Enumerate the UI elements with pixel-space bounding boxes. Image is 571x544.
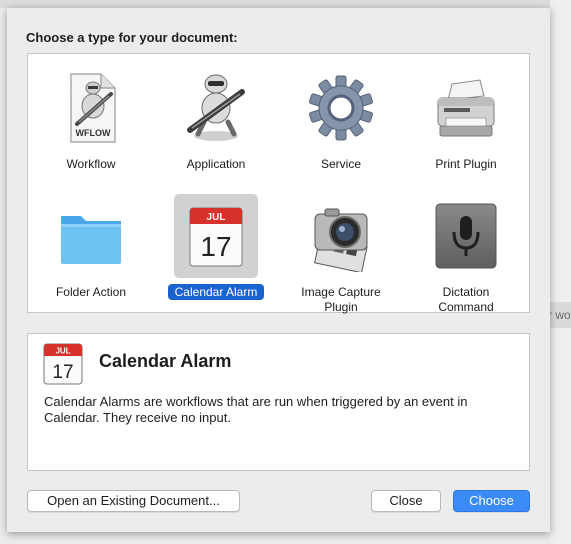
type-label: Application	[186, 157, 246, 171]
document-type-grid: WFLOW Workflow Application Service Print…	[27, 53, 530, 314]
background-window	[550, 0, 571, 544]
printer-icon	[437, 79, 495, 137]
microphone-icon	[435, 203, 497, 269]
type-label: Image Capture Plugin	[301, 285, 381, 314]
type-label: Service	[320, 157, 361, 171]
dialog-title: Choose a type for your document:	[26, 30, 238, 45]
calendar-day: 17	[200, 231, 231, 262]
type-label: Folder Action	[55, 285, 127, 299]
camera-icon	[314, 208, 368, 272]
type-label: Workflow	[66, 157, 116, 171]
automator-robot-icon	[187, 74, 245, 141]
type-label: Calendar Alarm	[161, 284, 271, 300]
dictation-icon-container	[424, 194, 508, 278]
type-label: Dictation Command	[438, 285, 494, 314]
print-plugin-icon-container	[424, 66, 508, 150]
calendar-month: JUL	[55, 347, 70, 356]
background-window-edge	[0, 0, 571, 8]
calendar-alarm-icon-container: JUL 17	[174, 194, 258, 278]
type-dictation-command[interactable]: Dictation Command	[411, 188, 521, 314]
description-text: Calendar Alarms are workflows that are r…	[44, 394, 468, 425]
wflow-document-icon: WFLOW	[70, 73, 116, 143]
application-icon-container	[174, 66, 258, 150]
type-image-capture-plugin[interactable]: Image Capture Plugin	[286, 188, 396, 314]
choose-document-type-sheet: Choose a type for your document: WFLOW W…	[7, 8, 550, 532]
calendar-month: JUL	[207, 212, 226, 223]
choose-button[interactable]: Choose	[453, 490, 530, 512]
calendar-icon: JUL 17	[189, 207, 243, 267]
type-description-panel: JUL 17 Calendar Alarm Calendar Alarms ar…	[27, 333, 530, 471]
image-capture-icon-container	[299, 194, 383, 278]
type-application[interactable]: Application	[161, 60, 271, 180]
workflow-icon-container: WFLOW	[49, 66, 133, 150]
description-title: Calendar Alarm	[99, 351, 232, 371]
open-existing-document-button[interactable]: Open an Existing Document...	[27, 490, 240, 512]
gear-icon	[309, 75, 373, 141]
calendar-icon: JUL 17	[43, 343, 83, 385]
type-label: Print Plugin	[435, 157, 497, 171]
wflow-badge: WFLOW	[76, 128, 111, 138]
type-print-plugin[interactable]: Print Plugin	[411, 60, 521, 180]
calendar-day: 17	[52, 362, 73, 383]
close-button[interactable]: Close	[371, 490, 441, 512]
type-workflow[interactable]: WFLOW Workflow	[36, 60, 146, 180]
background-window-text: r wo	[550, 302, 571, 328]
type-service[interactable]: Service	[286, 60, 396, 180]
type-calendar-alarm[interactable]: JUL 17 Calendar Alarm	[161, 188, 271, 308]
description-icon-container: JUL 17	[41, 341, 85, 392]
service-icon-container	[299, 66, 383, 150]
folder-icon	[61, 216, 121, 264]
type-folder-action[interactable]: Folder Action	[36, 188, 146, 308]
folder-action-icon-container	[49, 194, 133, 278]
